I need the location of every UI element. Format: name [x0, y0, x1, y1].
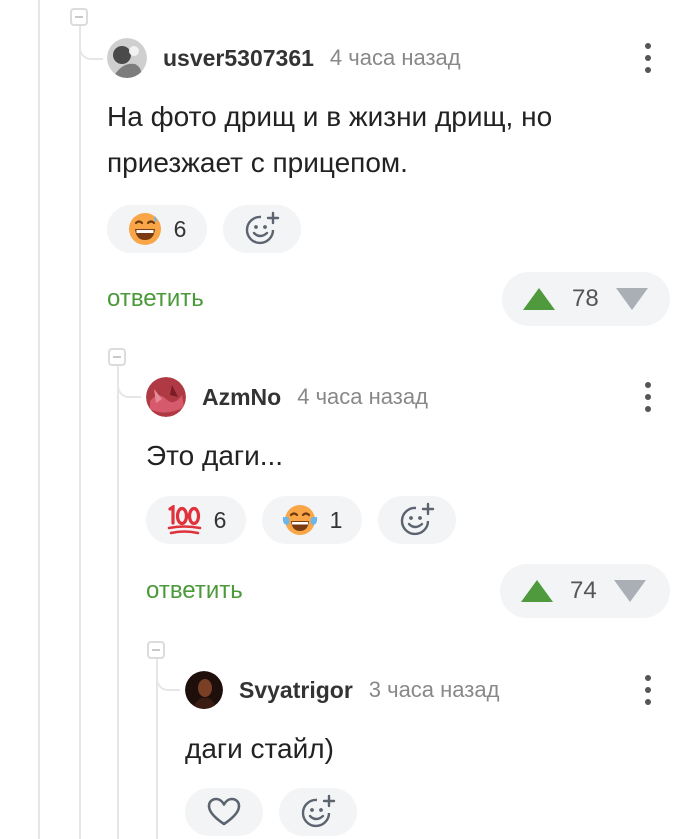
add-reaction-icon: [245, 211, 280, 245]
upvote-icon[interactable]: [520, 579, 554, 603]
reaction-count: 1: [329, 506, 343, 533]
comment-text: даги стайл): [185, 733, 334, 764]
reaction-button[interactable]: 6: [146, 496, 246, 544]
hundred-points-emoji: [167, 505, 201, 535]
thread-line-outer: [38, 0, 40, 839]
avatar[interactable]: [146, 377, 186, 417]
add-reaction-icon: [301, 794, 336, 828]
upvote-icon[interactable]: [522, 287, 556, 311]
thread-connector: [79, 22, 103, 60]
rating-widget: 74: [500, 564, 670, 618]
reply-link[interactable]: ответить: [146, 577, 243, 605]
collapse-thread-button[interactable]: [108, 348, 126, 366]
like-button[interactable]: [185, 788, 263, 836]
rating-count: 78: [572, 285, 599, 312]
comment-header: Svyatrigor 3 часа назад: [185, 670, 499, 710]
collapse-thread-button[interactable]: [147, 641, 165, 659]
comment-username[interactable]: usver5307361: [163, 45, 314, 72]
reaction-count: 6: [213, 506, 227, 533]
avatar[interactable]: [107, 38, 147, 78]
thread-connector: [156, 655, 180, 691]
thread-line-level2: [117, 362, 119, 839]
comment-header: AzmNo 4 часа назад: [146, 377, 428, 417]
thread-line-level1: [79, 22, 81, 839]
grinning-sweat-emoji: [128, 213, 161, 245]
comment-username[interactable]: AzmNo: [202, 384, 281, 411]
comment-username[interactable]: Svyatrigor: [239, 677, 353, 704]
comment-text: Это даги...: [146, 440, 284, 471]
reaction-count: 6: [173, 215, 187, 242]
rating-widget: 78: [502, 272, 670, 326]
rating-count: 74: [570, 577, 597, 604]
comment-timestamp[interactable]: 4 часа назад: [330, 45, 461, 71]
more-options-icon[interactable]: [645, 675, 651, 705]
comment-text: На фото дрищ и в жизни дрищ, но приезжае…: [107, 101, 553, 178]
comment-header: usver5307361 4 часа назад: [107, 38, 461, 78]
reaction-button[interactable]: 6: [107, 205, 207, 253]
more-options-icon[interactable]: [645, 43, 651, 73]
collapse-thread-button[interactable]: [70, 8, 88, 26]
tears-of-joy-emoji: [282, 505, 317, 535]
add-reaction-button[interactable]: [223, 205, 301, 253]
heart-icon: [207, 797, 241, 826]
more-options-icon[interactable]: [645, 382, 651, 412]
thread-connector: [117, 362, 141, 398]
add-reaction-button[interactable]: [279, 788, 357, 836]
add-reaction-button[interactable]: [378, 496, 456, 544]
reply-link[interactable]: ответить: [107, 285, 204, 313]
reaction-button[interactable]: 1: [262, 496, 362, 544]
comment-timestamp[interactable]: 3 часа назад: [369, 677, 500, 703]
add-reaction-icon: [400, 502, 435, 536]
downvote-icon[interactable]: [613, 579, 647, 603]
avatar[interactable]: [185, 671, 223, 709]
downvote-icon[interactable]: [615, 287, 649, 311]
comment-timestamp[interactable]: 4 часа назад: [297, 384, 428, 410]
